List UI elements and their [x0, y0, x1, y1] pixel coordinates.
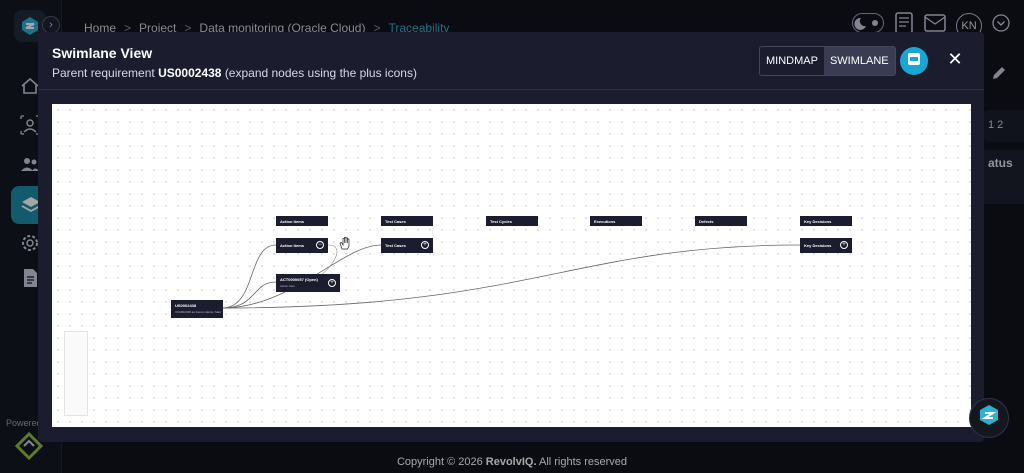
lane-header-key-decisions: Key Decisions: [800, 216, 852, 226]
swimlane-canvas[interactable]: Action Items Test Cases Test Cycles Exec…: [52, 104, 971, 427]
modal-title: Swimlane View: [52, 45, 153, 61]
lane-header-defects: Defects: [695, 216, 747, 226]
swimlane-modal: Swimlane View Parent requirement US00024…: [38, 32, 984, 442]
edge-root-action-item: [221, 281, 277, 309]
subtitle-suffix: (expand nodes using the plus icons): [224, 66, 417, 80]
app-root: › Powered Home > Project > Data monitori…: [0, 0, 1024, 473]
expand-plus-icon[interactable]: +: [328, 279, 336, 287]
modal-header: Swimlane View Parent requirement US00024…: [38, 32, 984, 90]
node-root-requirement[interactable]: US0002438 US0002438 as Karen Hanley Star…: [171, 300, 223, 318]
pdf-icon: [907, 52, 921, 71]
node-id: ACT0000057 (Open): [280, 277, 318, 282]
expand-plus-icon[interactable]: +: [840, 241, 848, 249]
expand-plus-icon[interactable]: +: [421, 241, 429, 249]
requirement-id: US0002438: [158, 66, 222, 80]
node-action-item-act0000057[interactable]: ACT0000057 (Open) Action Item +: [276, 274, 340, 292]
node-desc: US0002438 as Karen Hanley Start: [175, 310, 222, 314]
collapse-icon[interactable]: −: [316, 241, 324, 249]
mindmap-button[interactable]: MINDMAP: [760, 47, 824, 75]
view-toggle: MINDMAP SWIMLANE: [759, 46, 896, 76]
node-label: Key Decisions: [804, 243, 832, 248]
swimlane-button[interactable]: SWIMLANE: [823, 47, 895, 75]
assistant-logo-icon: [976, 403, 1002, 434]
lane-header-test-cases: Test Cases: [381, 216, 433, 226]
node-label: Action Items: [280, 243, 305, 248]
grab-cursor-icon: [338, 236, 352, 250]
close-button[interactable]: ✕: [947, 50, 963, 68]
chat-assistant-button[interactable]: [969, 398, 1009, 438]
pdf-export-button[interactable]: [900, 47, 928, 75]
lane-header-action-items: Action Items: [276, 216, 328, 226]
node-action-items[interactable]: Action Items −: [276, 238, 328, 253]
node-test-cases[interactable]: Test Cases +: [381, 238, 433, 253]
edge-layer: [221, 244, 801, 309]
subtitle-prefix: Parent requirement: [52, 66, 155, 80]
node-label: Test Cases: [385, 243, 406, 248]
minimap[interactable]: [64, 331, 88, 416]
modal-subtitle: Parent requirement US0002438 (expand nod…: [52, 66, 417, 80]
node-id: US0002438: [175, 303, 197, 308]
node-key-decisions[interactable]: Key Decisions +: [800, 238, 852, 253]
lane-header-executions: Executions: [590, 216, 642, 226]
lane-header-test-cycles: Test Cycles: [486, 216, 538, 226]
